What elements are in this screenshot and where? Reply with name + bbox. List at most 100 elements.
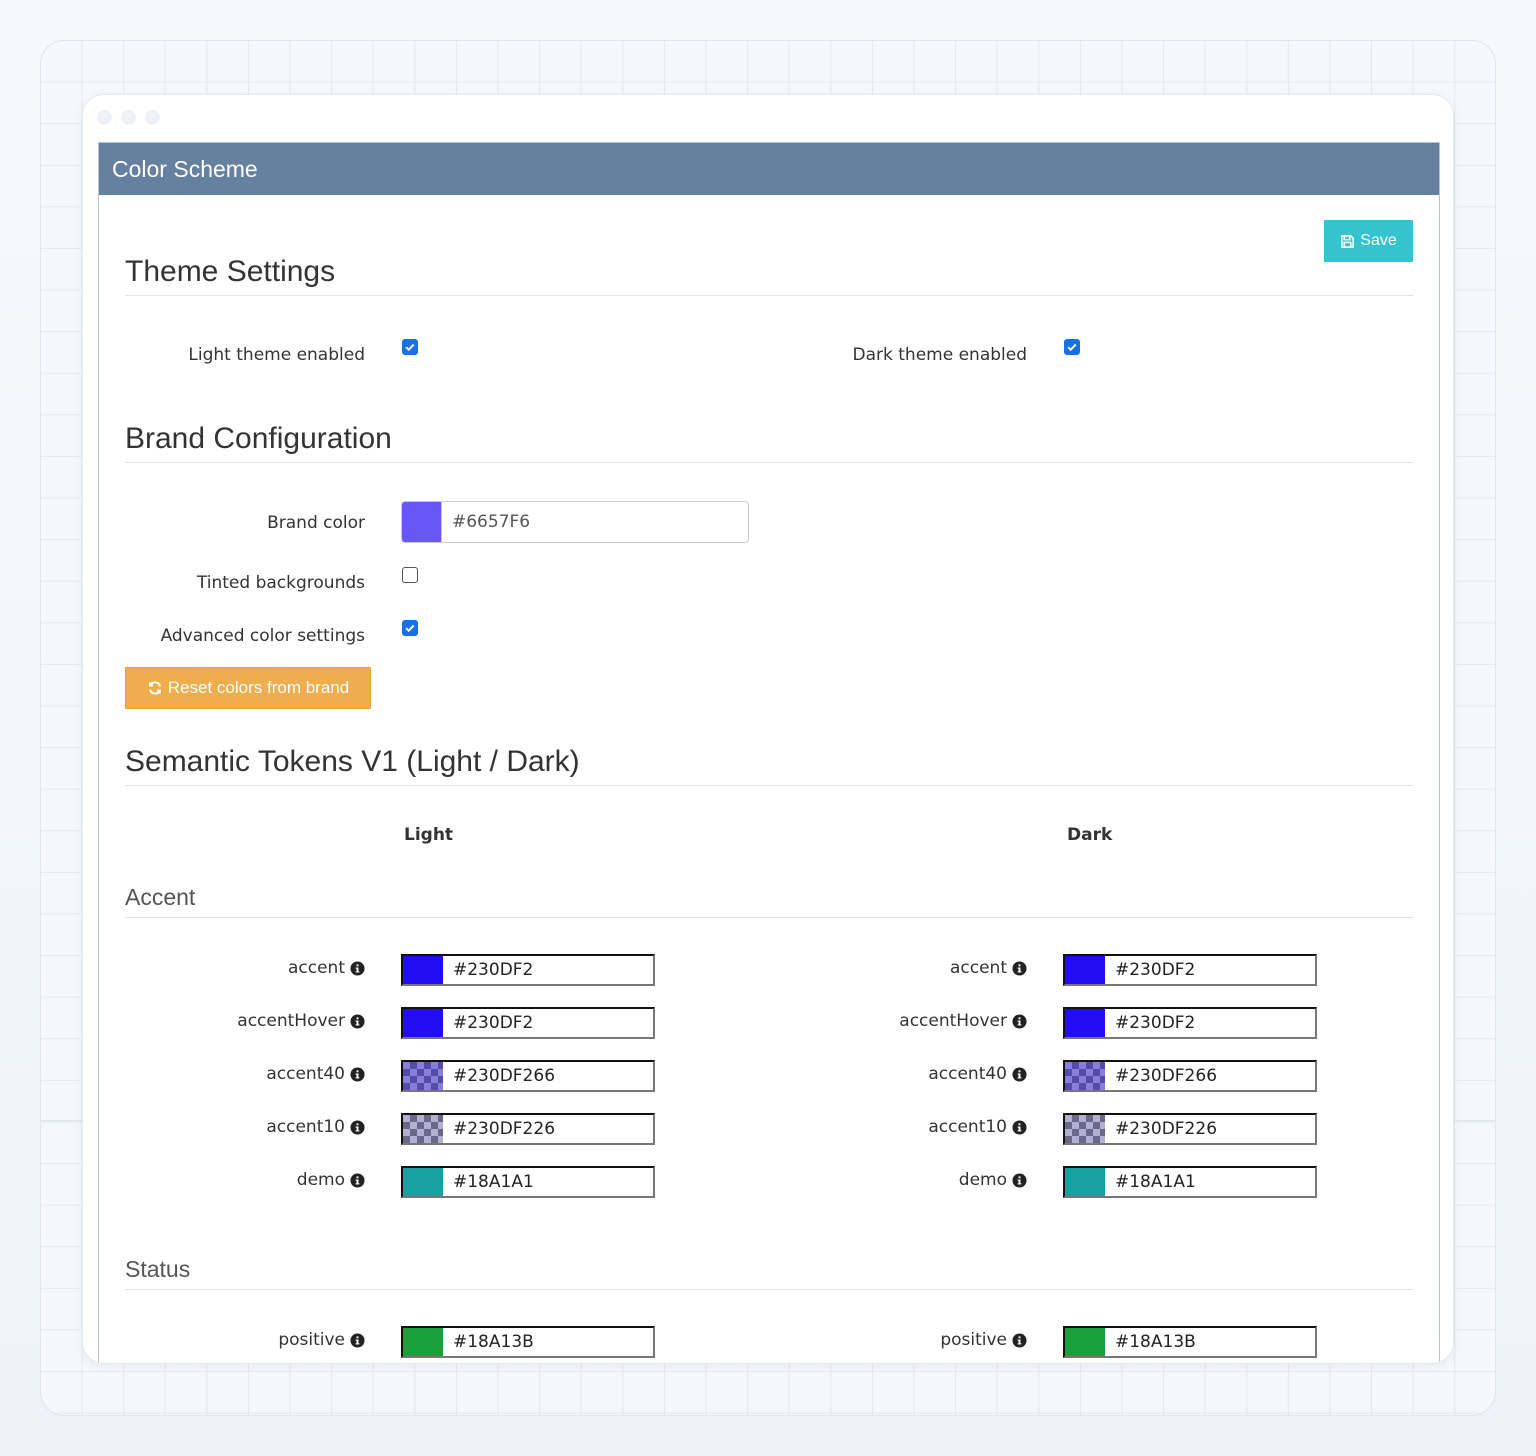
token-swatch[interactable] xyxy=(1065,1328,1105,1356)
minimize-dot[interactable] xyxy=(121,110,136,125)
info-icon[interactable] xyxy=(350,1332,365,1348)
token-name: demo xyxy=(296,1170,345,1190)
brand-color-swatch[interactable] xyxy=(402,502,442,542)
reset-colors-button[interactable]: Reset colors from brand xyxy=(125,667,371,709)
token-label-accent10-light: accent10 xyxy=(266,1117,365,1137)
refresh-icon xyxy=(148,681,161,695)
token-name: accentHover xyxy=(899,1011,1007,1031)
token-name: accent10 xyxy=(266,1117,345,1137)
info-icon[interactable] xyxy=(1012,1013,1027,1029)
info-icon[interactable] xyxy=(350,1172,365,1188)
token-swatch[interactable] xyxy=(1065,956,1105,984)
info-icon[interactable] xyxy=(350,960,365,976)
token-name: accent40 xyxy=(928,1064,1007,1084)
token-swatch[interactable] xyxy=(1065,1009,1105,1037)
token-input-accent10-dark[interactable]: #230DF226 xyxy=(1063,1113,1317,1145)
token-value: #230DF226 xyxy=(1115,1119,1218,1139)
info-icon[interactable] xyxy=(1012,1119,1027,1135)
theme-settings-heading: Theme Settings xyxy=(125,255,1413,296)
token-value: #230DF266 xyxy=(1115,1066,1218,1086)
advanced-color-settings-label: Advanced color settings xyxy=(160,626,365,646)
token-label-accent10-dark: accent10 xyxy=(928,1117,1027,1137)
brand-color-label: Brand color xyxy=(267,513,365,533)
token-input-demo-dark[interactable]: #18A1A1 xyxy=(1063,1166,1317,1198)
advanced-color-settings-checkbox[interactable] xyxy=(402,620,418,636)
app-window: Color Scheme Save Theme Settings Light t… xyxy=(82,94,1454,1364)
info-icon[interactable] xyxy=(350,1066,365,1082)
tinted-backgrounds-checkbox[interactable] xyxy=(402,567,418,583)
token-swatch[interactable] xyxy=(403,1115,443,1143)
dark-theme-label: Dark theme enabled xyxy=(852,345,1027,365)
token-value: #18A1A1 xyxy=(453,1172,534,1192)
token-value: #18A13B xyxy=(1115,1332,1196,1352)
semantic-tokens-heading: Semantic Tokens V1 (Light / Dark) xyxy=(125,745,1413,786)
token-value: #18A1A1 xyxy=(1115,1172,1196,1192)
color-scheme-panel: Color Scheme Save Theme Settings Light t… xyxy=(98,142,1440,1363)
panel-title: Color Scheme xyxy=(99,143,1439,195)
token-input-accent40-light[interactable]: #230DF266 xyxy=(401,1060,655,1092)
token-label-demo-dark: demo xyxy=(959,1170,1027,1190)
token-swatch[interactable] xyxy=(1065,1115,1105,1143)
info-icon[interactable] xyxy=(350,1013,365,1029)
brand-configuration-heading: Brand Configuration xyxy=(125,422,1413,463)
token-label-accent-dark: accent xyxy=(950,958,1027,978)
light-column-header: Light xyxy=(404,825,454,845)
token-value: #18A13B xyxy=(453,1332,534,1352)
token-name: positive xyxy=(278,1330,345,1350)
token-name: accent xyxy=(287,958,345,978)
token-input-positive-light[interactable]: #18A13B xyxy=(401,1326,655,1358)
token-input-accentHover-dark[interactable]: #230DF2 xyxy=(1063,1007,1317,1039)
token-label-positive-light: positive xyxy=(278,1330,365,1350)
token-label-accent-light: accent xyxy=(288,958,365,978)
token-label-accentHover-light: accentHover xyxy=(237,1011,365,1031)
dark-column-header: Dark xyxy=(1067,825,1113,845)
token-name: accent10 xyxy=(928,1117,1007,1137)
save-button-label: Save xyxy=(1360,232,1397,249)
token-value: #230DF266 xyxy=(453,1066,556,1086)
token-label-accent40-dark: accent40 xyxy=(928,1064,1027,1084)
light-theme-checkbox[interactable] xyxy=(402,339,418,355)
token-input-accent-dark[interactable]: #230DF2 xyxy=(1063,954,1317,986)
token-input-accent-light[interactable]: #230DF2 xyxy=(401,954,655,986)
brand-color-input[interactable]: #6657F6 xyxy=(401,501,749,543)
info-icon[interactable] xyxy=(1012,1172,1027,1188)
token-value: #230DF226 xyxy=(453,1119,556,1139)
maximize-dot[interactable] xyxy=(145,110,160,125)
token-input-positive-dark[interactable]: #18A13B xyxy=(1063,1326,1317,1358)
token-input-accentHover-light[interactable]: #230DF2 xyxy=(401,1007,655,1039)
token-input-accent10-light[interactable]: #230DF226 xyxy=(401,1113,655,1145)
tinted-backgrounds-label: Tinted backgrounds xyxy=(196,573,365,593)
info-icon[interactable] xyxy=(1012,960,1027,976)
token-name: accent40 xyxy=(266,1064,345,1084)
token-swatch[interactable] xyxy=(1065,1062,1105,1090)
token-swatch[interactable] xyxy=(403,1062,443,1090)
token-value: #230DF2 xyxy=(453,1013,534,1033)
token-name: accent xyxy=(949,958,1007,978)
token-swatch[interactable] xyxy=(403,1328,443,1356)
token-name: demo xyxy=(958,1170,1007,1190)
window-controls xyxy=(97,110,160,125)
token-swatch[interactable] xyxy=(403,1009,443,1037)
token-swatch[interactable] xyxy=(403,956,443,984)
token-label-demo-light: demo xyxy=(297,1170,365,1190)
token-value: #230DF2 xyxy=(1115,1013,1196,1033)
token-input-demo-light[interactable]: #18A1A1 xyxy=(401,1166,655,1198)
close-dot[interactable] xyxy=(97,110,112,125)
token-input-accent40-dark[interactable]: #230DF266 xyxy=(1063,1060,1317,1092)
brand-color-value: #6657F6 xyxy=(452,512,531,532)
floppy-disk-icon xyxy=(1341,234,1355,248)
token-swatch[interactable] xyxy=(403,1168,443,1196)
token-swatch[interactable] xyxy=(1065,1168,1105,1196)
token-value: #230DF2 xyxy=(453,960,534,980)
info-icon[interactable] xyxy=(1012,1332,1027,1348)
status-group-heading: Status xyxy=(125,1256,1413,1290)
light-theme-label: Light theme enabled xyxy=(188,345,365,365)
token-label-positive-dark: positive xyxy=(940,1330,1027,1350)
token-name: accentHover xyxy=(237,1011,345,1031)
info-icon[interactable] xyxy=(1012,1066,1027,1082)
reset-colors-label: Reset colors from brand xyxy=(167,678,350,697)
info-icon[interactable] xyxy=(350,1119,365,1135)
accent-group-heading: Accent xyxy=(125,884,1413,918)
dark-theme-checkbox[interactable] xyxy=(1064,339,1080,355)
token-value: #230DF2 xyxy=(1115,960,1196,980)
